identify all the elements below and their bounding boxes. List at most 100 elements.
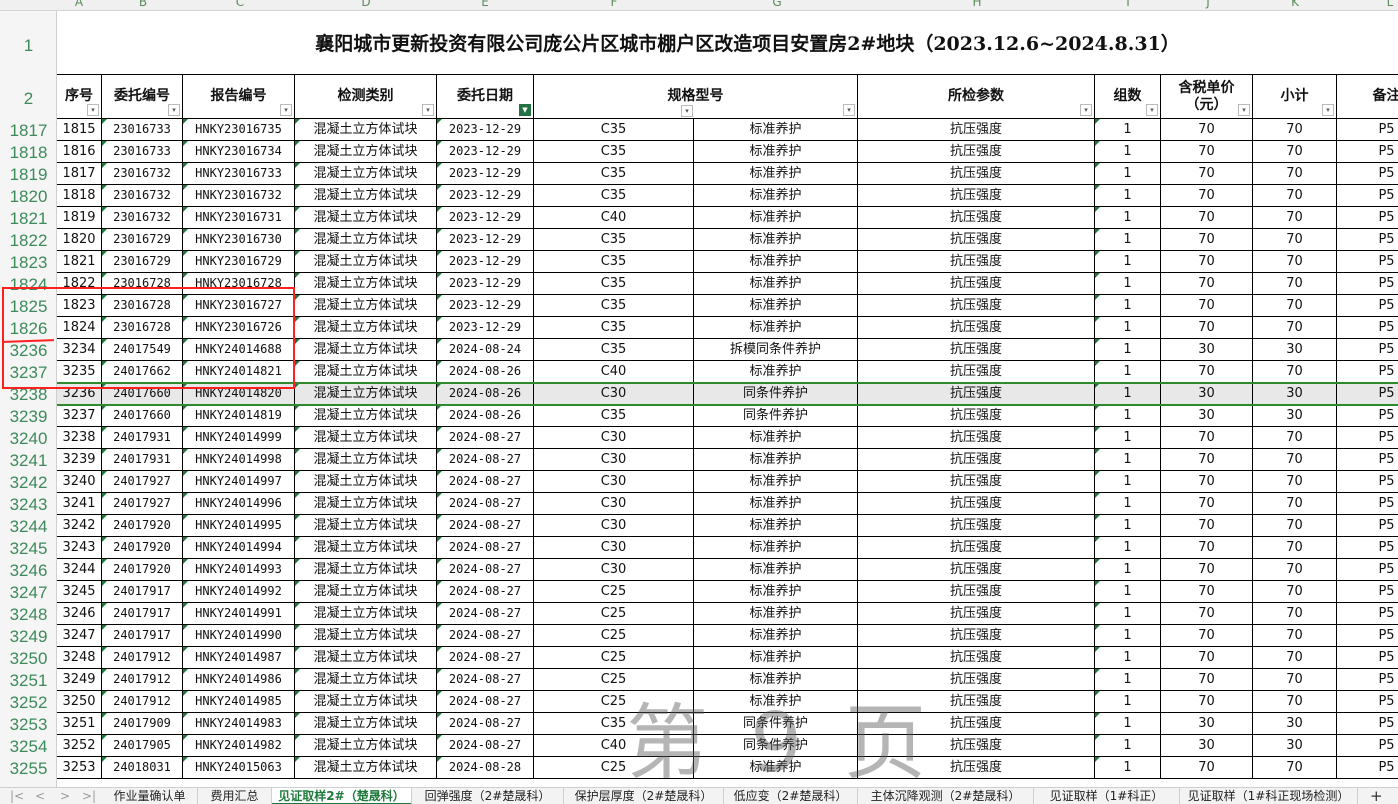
row-number[interactable]: 3248 (0, 604, 57, 626)
table-row[interactable]: 3247 24017917 HNKY24014990 混凝土立方体试块 2024-08-… (57, 625, 1398, 647)
table-cell-xj[interactable]: 70 (1253, 757, 1337, 779)
table-cell-yh[interactable]: 标准养护 (694, 647, 858, 669)
table-cell-seq[interactable]: 3248 (57, 647, 102, 669)
table-cell-gg[interactable]: C30 (534, 515, 694, 537)
table-cell-bg[interactable]: HNKY24014993 (183, 559, 295, 581)
column-letter-c[interactable]: C (230, 0, 250, 9)
table-cell-yh[interactable]: 标准养护 (694, 493, 858, 515)
table-cell-yh[interactable]: 标准养护 (694, 273, 858, 295)
table-cell-dj[interactable]: 70 (1161, 625, 1253, 647)
table-cell-cs[interactable]: 抗压强度 (858, 691, 1095, 713)
table-row[interactable]: 1818 23016732 HNKY23016732 混凝土立方体试块 2023-12-… (57, 185, 1398, 207)
table-cell-bz[interactable]: P5 (1337, 559, 1398, 581)
table-cell-cs[interactable]: 抗压强度 (858, 515, 1095, 537)
table-cell-seq[interactable]: 1818 (57, 185, 102, 207)
table-cell-wt[interactable]: 23016733 (102, 141, 183, 163)
table-cell-dt[interactable]: 2024-08-27 (437, 603, 534, 625)
filter-dropdown-icon[interactable]: ▾ (1322, 104, 1334, 116)
table-cell-xj[interactable]: 30 (1253, 735, 1337, 757)
table-cell-bg[interactable]: HNKY24014983 (183, 713, 295, 735)
table-cell-bg[interactable]: HNKY24014998 (183, 449, 295, 471)
column-letter-l[interactable]: L (1380, 0, 1398, 9)
table-cell-cs[interactable]: 抗压强度 (858, 471, 1095, 493)
table-cell-dj[interactable]: 70 (1161, 471, 1253, 493)
table-cell-xj[interactable]: 70 (1253, 207, 1337, 229)
table-cell-wt[interactable]: 24018031 (102, 757, 183, 779)
table-cell-cs[interactable]: 抗压强度 (858, 163, 1095, 185)
table-cell-cs[interactable]: 抗压强度 (858, 405, 1095, 427)
row-number[interactable]: 1 (0, 35, 57, 57)
table-cell-lb[interactable]: 混凝土立方体试块 (295, 449, 437, 471)
table-cell-xj[interactable]: 70 (1253, 449, 1337, 471)
table-cell-bz[interactable]: P5 (1337, 119, 1398, 141)
row-number[interactable]: 3236 (0, 340, 57, 362)
table-cell-wt[interactable]: 24017917 (102, 625, 183, 647)
table-cell-lb[interactable]: 混凝土立方体试块 (295, 625, 437, 647)
table-cell-xj[interactable]: 70 (1253, 603, 1337, 625)
table-cell-bg[interactable]: HNKY24014819 (183, 405, 295, 427)
table-cell-gg[interactable]: C30 (534, 537, 694, 559)
row-number[interactable]: 3241 (0, 450, 57, 472)
table-cell-gg[interactable]: C30 (534, 471, 694, 493)
table-cell-yh[interactable]: 标准养护 (694, 295, 858, 317)
row-number[interactable]: 3243 (0, 494, 57, 516)
row-number[interactable]: 3247 (0, 582, 57, 604)
table-cell-xj[interactable]: 70 (1253, 185, 1337, 207)
table-row[interactable]: 3235 24017662 HNKY24014821 混凝土立方体试块 2024-08-… (57, 361, 1398, 383)
table-cell-zs[interactable]: 1 (1095, 713, 1161, 735)
table-cell-dj[interactable]: 30 (1161, 383, 1253, 405)
table-cell-yh[interactable]: 同条件养护 (694, 713, 858, 735)
table-cell-yh[interactable]: 标准养护 (694, 559, 858, 581)
table-cell-zs[interactable]: 1 (1095, 119, 1161, 141)
row-number[interactable]: 1821 (0, 208, 57, 230)
row-number[interactable]: 3246 (0, 560, 57, 582)
table-cell-zs[interactable]: 1 (1095, 207, 1161, 229)
filter-dropdown-icon[interactable]: ▾ (1146, 104, 1158, 116)
table-cell-lb[interactable]: 混凝土立方体试块 (295, 207, 437, 229)
row-number[interactable]: 3244 (0, 516, 57, 538)
table-cell-bz[interactable]: P5 (1337, 383, 1398, 405)
table-cell-dj[interactable]: 70 (1161, 207, 1253, 229)
table-row[interactable]: 3241 24017927 HNKY24014996 混凝土立方体试块 2024-08-… (57, 493, 1398, 515)
table-cell-lb[interactable]: 混凝土立方体试块 (295, 603, 437, 625)
table-cell-yh[interactable]: 标准养护 (694, 515, 858, 537)
table-cell-wt[interactable]: 24017931 (102, 427, 183, 449)
table-cell-bg[interactable]: HNKY23016731 (183, 207, 295, 229)
table-cell-cs[interactable]: 抗压强度 (858, 141, 1095, 163)
table-cell-dt[interactable]: 2024-08-27 (437, 427, 534, 449)
table-cell-gg[interactable]: C25 (534, 581, 694, 603)
table-cell-gg[interactable]: C40 (534, 361, 694, 383)
table-cell-xj[interactable]: 70 (1253, 471, 1337, 493)
header-cell[interactable]: 委托编号 ▾ (102, 75, 183, 119)
table-row[interactable]: 1824 23016728 HNKY23016726 混凝土立方体试块 2023-12-… (57, 317, 1398, 339)
table-cell-zs[interactable]: 1 (1095, 251, 1161, 273)
table-row[interactable]: 1822 23016728 HNKY23016728 混凝土立方体试块 2023-12-… (57, 273, 1398, 295)
table-cell-cs[interactable]: 抗压强度 (858, 273, 1095, 295)
table-cell-cs[interactable]: 抗压强度 (858, 339, 1095, 361)
table-cell-gg[interactable]: C35 (534, 273, 694, 295)
table-cell-yh[interactable]: 标准养护 (694, 669, 858, 691)
table-cell-wt[interactable]: 24017662 (102, 361, 183, 383)
table-cell-lb[interactable]: 混凝土立方体试块 (295, 185, 437, 207)
table-cell-bg[interactable]: HNKY23016727 (183, 295, 295, 317)
table-cell-zs[interactable]: 1 (1095, 669, 1161, 691)
row-number[interactable]: 1822 (0, 230, 57, 252)
table-cell-wt[interactable]: 24017660 (102, 383, 183, 405)
table-cell-yh[interactable]: 标准养护 (694, 691, 858, 713)
table-cell-cs[interactable]: 抗压强度 (858, 603, 1095, 625)
table-cell-dj[interactable]: 70 (1161, 251, 1253, 273)
table-row[interactable]: 3234 24017549 HNKY24014688 混凝土立方体试块 2024-08-… (57, 339, 1398, 361)
sheet-tab[interactable]: 回弹强度（2#楚晟科） (412, 788, 564, 804)
table-cell-lb[interactable]: 混凝土立方体试块 (295, 537, 437, 559)
header-cell[interactable]: 所检参数 ▾ (858, 75, 1095, 119)
table-cell-bz[interactable]: P5 (1337, 647, 1398, 669)
table-cell-bz[interactable]: P5 (1337, 471, 1398, 493)
table-cell-lb[interactable]: 混凝土立方体试块 (295, 691, 437, 713)
table-cell-wt[interactable]: 24017927 (102, 471, 183, 493)
table-cell-gg[interactable]: C25 (534, 625, 694, 647)
table-cell-dt[interactable]: 2023-12-29 (437, 185, 534, 207)
column-letter-k[interactable]: K (1285, 0, 1305, 9)
table-cell-xj[interactable]: 70 (1253, 295, 1337, 317)
table-row[interactable]: 3252 24017905 HNKY24014982 混凝土立方体试块 2024-08-… (57, 735, 1398, 757)
table-cell-lb[interactable]: 混凝土立方体试块 (295, 405, 437, 427)
